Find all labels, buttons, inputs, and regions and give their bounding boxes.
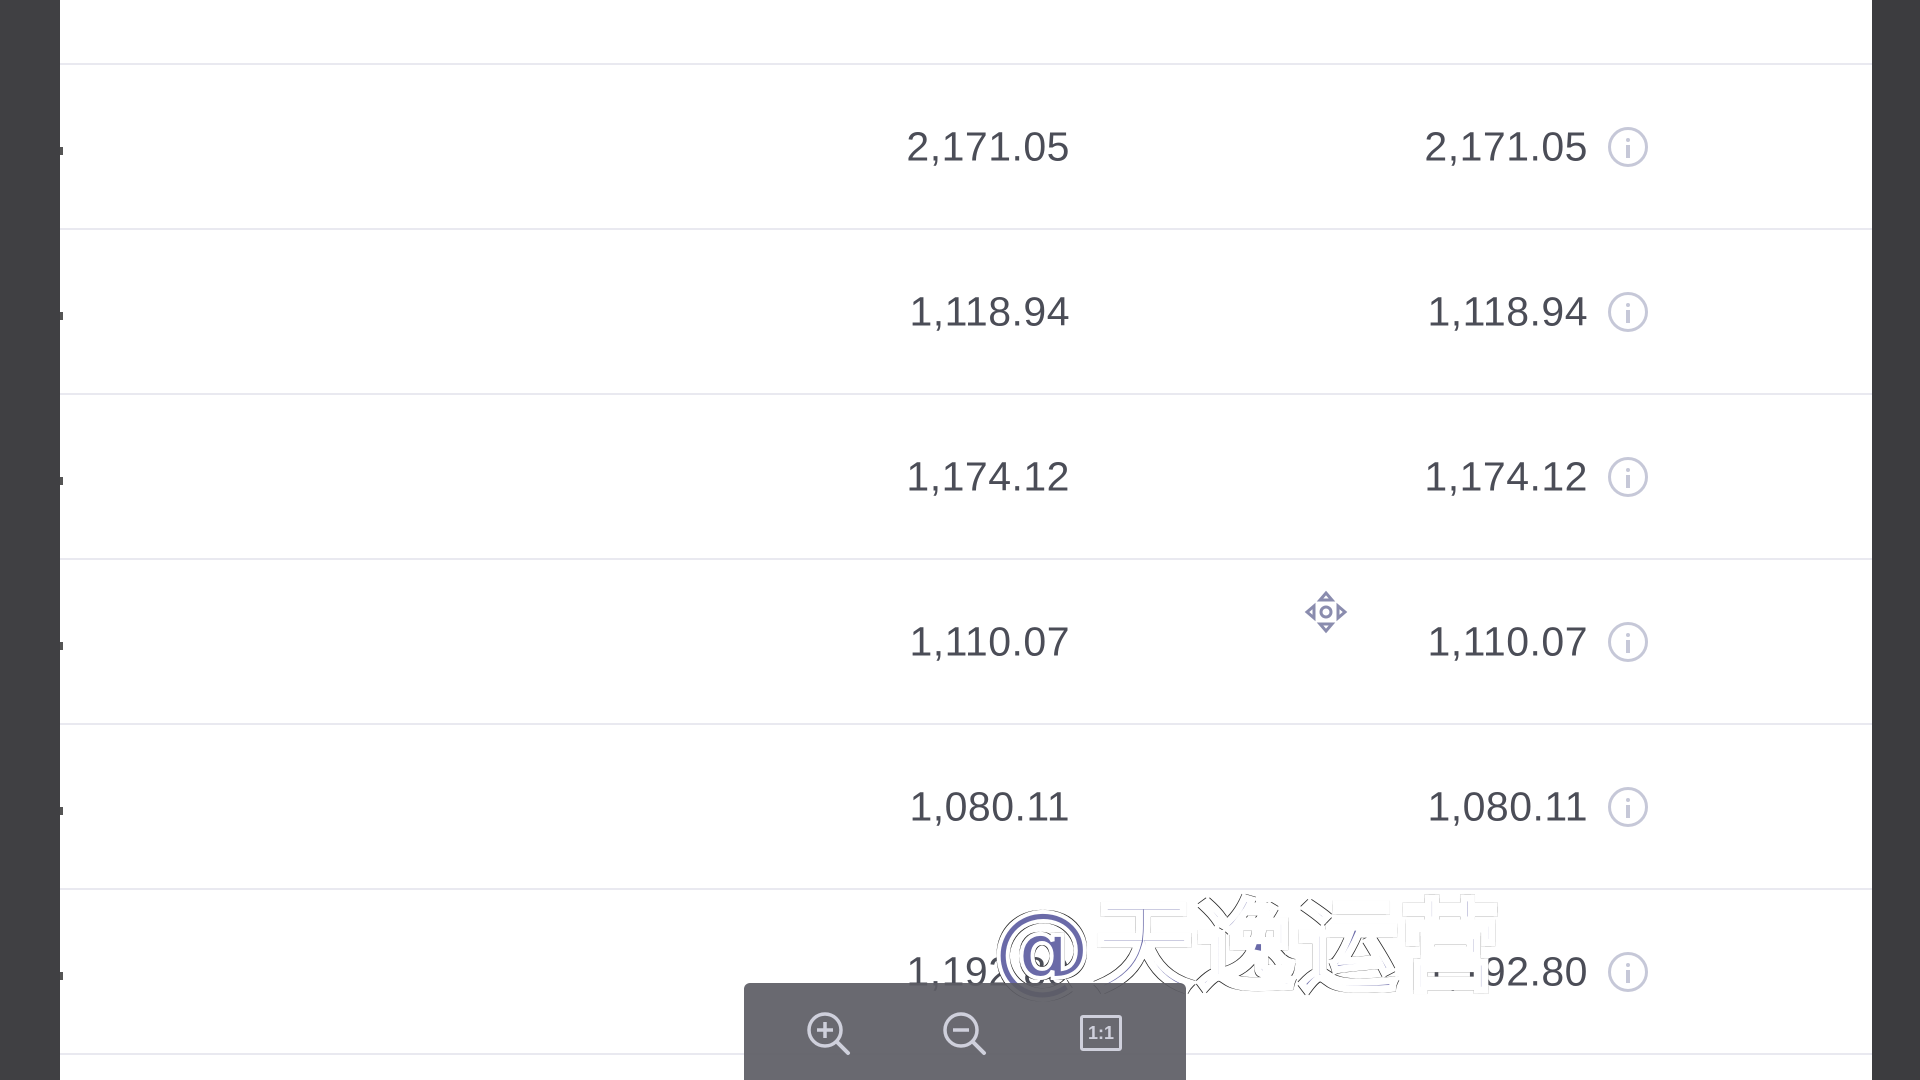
row-edge-mark [60, 806, 63, 815]
table-cell-amount: 1,174.12 [906, 453, 1070, 499]
info-icon[interactable] [1608, 456, 1648, 497]
table-row: 2,171.05 2,171.05 [60, 65, 1872, 230]
table-cell-amount: 1,174.12 [1424, 453, 1588, 499]
zoom-in-icon [807, 1012, 850, 1055]
table-cell-amount: 1,110.07 [909, 618, 1070, 664]
info-icon[interactable] [1608, 621, 1648, 662]
table-row: 1,174.12 1,174.12 [60, 395, 1872, 560]
row-edge-mark [60, 311, 63, 320]
row-edge-mark [60, 146, 63, 155]
image-viewer: 2,171.05 2,171.05 1,118.94 1,118.94 1,17… [0, 0, 1920, 1080]
zoom-out-button[interactable] [940, 1009, 990, 1059]
actual-size-label: 1:1 [1080, 1015, 1122, 1051]
row-edge-mark [60, 476, 63, 485]
table-cell-amount: 1,118.94 [1427, 288, 1588, 334]
table-row: 1,118.94 1,118.94 [60, 230, 1872, 395]
viewer-right-gutter [1872, 0, 1920, 1080]
table-row: 1,080.11 1,080.11 [60, 725, 1872, 890]
table-cell-amount: 1,080.11 [1427, 783, 1588, 829]
actual-size-button[interactable]: 1:1 [1078, 1009, 1128, 1059]
table-row: 1,110.07 1,110.07 [60, 560, 1872, 725]
data-table: 2,171.05 2,171.05 1,118.94 1,118.94 1,17… [60, 0, 1872, 1055]
row-edge-mark [60, 641, 63, 650]
info-icon[interactable] [1608, 786, 1648, 827]
row-edge-mark [60, 971, 63, 980]
zoom-out-icon [943, 1012, 986, 1055]
table-cell-amount: 1,110.07 [1427, 618, 1588, 664]
table-row [60, 0, 1872, 65]
zoom-in-button[interactable] [804, 1009, 854, 1059]
zoom-toolbar: 1:1 [744, 983, 1186, 1080]
table-cell-amount: 1,118.94 [909, 288, 1070, 334]
info-icon[interactable] [1608, 291, 1648, 332]
table-cell-amount: 2,171.05 [1424, 123, 1588, 169]
table-cell-amount: 2,171.05 [906, 123, 1070, 169]
info-icon[interactable] [1608, 951, 1648, 992]
document-page: 2,171.05 2,171.05 1,118.94 1,118.94 1,17… [60, 0, 1872, 1080]
table-cell-amount: 1,080.11 [909, 783, 1070, 829]
move-cursor-icon [1304, 590, 1348, 634]
info-icon[interactable] [1608, 126, 1648, 167]
